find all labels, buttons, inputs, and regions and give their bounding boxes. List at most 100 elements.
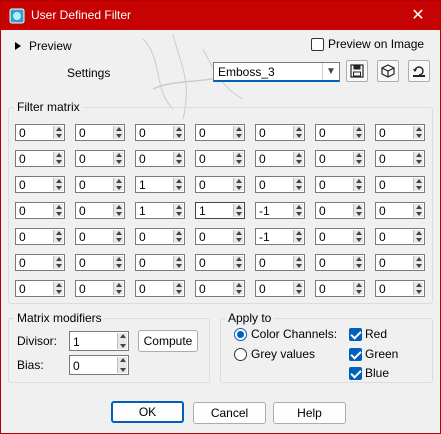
matrix-cell-stepper-arrows[interactable] <box>113 204 123 217</box>
matrix-cell-stepper-arrows[interactable] <box>53 230 63 243</box>
matrix-cell-stepper-arrows[interactable] <box>173 256 183 269</box>
matrix-cell-spinner[interactable]: 0 <box>15 202 65 219</box>
help-button[interactable]: Help <box>273 402 346 424</box>
chevron-down-icon[interactable]: ▼ <box>322 63 339 80</box>
matrix-cell-spinner[interactable]: 0 <box>315 176 365 193</box>
matrix-cell-spinner[interactable]: 0 <box>15 176 65 193</box>
matrix-cell-spinner[interactable]: 0 <box>315 124 365 141</box>
close-button[interactable]: ✕ <box>396 1 440 30</box>
matrix-cell-stepper-arrows[interactable] <box>413 256 423 269</box>
matrix-cell-stepper-arrows[interactable] <box>353 178 363 191</box>
divisor-stepper-arrows[interactable] <box>117 333 127 349</box>
matrix-cell-spinner[interactable]: 0 <box>255 176 305 193</box>
matrix-cell-stepper-arrows[interactable] <box>53 204 63 217</box>
red-channel-checkbox[interactable]: Red <box>349 327 387 341</box>
green-channel-checkbox[interactable]: Green <box>349 347 398 361</box>
matrix-cell-stepper-arrows[interactable] <box>233 152 243 165</box>
matrix-cell-stepper-arrows[interactable] <box>353 204 363 217</box>
matrix-cell-spinner[interactable]: 0 <box>375 228 425 245</box>
matrix-cell-spinner[interactable]: 1 <box>135 176 185 193</box>
matrix-cell-stepper-arrows[interactable] <box>113 282 123 295</box>
matrix-cell-spinner[interactable]: 0 <box>135 254 185 271</box>
matrix-cell-spinner[interactable]: 0 <box>195 280 245 297</box>
matrix-cell-stepper-arrows[interactable] <box>353 282 363 295</box>
matrix-cell-spinner[interactable]: 0 <box>315 202 365 219</box>
matrix-cell-spinner[interactable]: 0 <box>195 150 245 167</box>
matrix-cell-stepper-arrows[interactable] <box>293 204 303 217</box>
matrix-cell-stepper-arrows[interactable] <box>413 204 423 217</box>
bias-stepper-arrows[interactable] <box>117 357 127 373</box>
matrix-cell-spinner[interactable]: 0 <box>375 124 425 141</box>
matrix-cell-spinner[interactable]: 0 <box>195 124 245 141</box>
preview-on-image-box[interactable] <box>311 37 324 51</box>
matrix-cell-stepper-arrows[interactable] <box>353 126 363 139</box>
matrix-cell-stepper-arrows[interactable] <box>233 230 243 243</box>
matrix-cell-stepper-arrows[interactable] <box>293 126 303 139</box>
matrix-cell-spinner[interactable]: 0 <box>315 254 365 271</box>
preview-expander[interactable]: Preview <box>15 39 72 53</box>
matrix-cell-stepper-arrows[interactable] <box>53 256 63 269</box>
matrix-cell-spinner[interactable]: 0 <box>255 124 305 141</box>
matrix-cell-stepper-arrows[interactable] <box>113 256 123 269</box>
matrix-cell-spinner[interactable]: 0 <box>315 280 365 297</box>
save-preset-button[interactable] <box>346 60 368 82</box>
matrix-cell-stepper-arrows[interactable] <box>173 282 183 295</box>
matrix-cell-stepper-arrows[interactable] <box>173 230 183 243</box>
color-channels-radio-button[interactable] <box>234 327 247 341</box>
blue-channel-checkbox[interactable]: Blue <box>349 366 389 380</box>
matrix-cell-spinner[interactable]: 0 <box>135 150 185 167</box>
matrix-cell-spinner[interactable]: 0 <box>75 280 125 297</box>
matrix-cell-stepper-arrows[interactable] <box>293 178 303 191</box>
matrix-cell-spinner[interactable]: 0 <box>375 280 425 297</box>
matrix-cell-stepper-arrows[interactable] <box>233 204 243 217</box>
color-channels-radio[interactable]: Color Channels: <box>234 327 337 341</box>
matrix-cell-spinner[interactable]: 0 <box>135 280 185 297</box>
matrix-cell-stepper-arrows[interactable] <box>113 126 123 139</box>
matrix-cell-spinner[interactable]: 0 <box>195 254 245 271</box>
matrix-cell-spinner[interactable]: 0 <box>75 124 125 141</box>
bias-spinner[interactable]: 0 <box>69 355 129 375</box>
matrix-cell-stepper-arrows[interactable] <box>413 178 423 191</box>
matrix-cell-spinner[interactable]: 0 <box>15 150 65 167</box>
matrix-cell-spinner[interactable]: 0 <box>255 280 305 297</box>
matrix-cell-spinner[interactable]: -1 <box>255 202 305 219</box>
preset-options-button[interactable] <box>377 60 399 82</box>
ok-button[interactable]: OK <box>111 401 184 423</box>
matrix-cell-spinner[interactable]: 0 <box>75 254 125 271</box>
compute-button[interactable]: Compute <box>138 330 198 352</box>
matrix-cell-stepper-arrows[interactable] <box>173 152 183 165</box>
matrix-cell-spinner[interactable]: 0 <box>375 176 425 193</box>
matrix-cell-spinner[interactable]: 0 <box>195 228 245 245</box>
matrix-cell-stepper-arrows[interactable] <box>293 152 303 165</box>
matrix-cell-spinner[interactable]: 0 <box>135 124 185 141</box>
matrix-cell-spinner[interactable]: 1 <box>135 202 185 219</box>
matrix-cell-spinner[interactable]: 0 <box>75 202 125 219</box>
matrix-cell-spinner[interactable]: 0 <box>15 228 65 245</box>
matrix-cell-stepper-arrows[interactable] <box>53 178 63 191</box>
reset-defaults-button[interactable] <box>408 60 430 82</box>
grey-values-radio-button[interactable] <box>234 347 247 361</box>
matrix-cell-stepper-arrows[interactable] <box>233 282 243 295</box>
red-checkbox-box[interactable] <box>349 327 362 341</box>
matrix-cell-spinner[interactable]: 0 <box>255 254 305 271</box>
matrix-cell-stepper-arrows[interactable] <box>413 230 423 243</box>
green-checkbox-box[interactable] <box>349 347 362 361</box>
matrix-cell-stepper-arrows[interactable] <box>173 126 183 139</box>
matrix-cell-spinner[interactable]: 0 <box>375 150 425 167</box>
matrix-cell-stepper-arrows[interactable] <box>413 126 423 139</box>
matrix-cell-spinner[interactable]: 0 <box>195 176 245 193</box>
matrix-cell-stepper-arrows[interactable] <box>353 152 363 165</box>
matrix-cell-spinner[interactable]: 0 <box>375 202 425 219</box>
preview-on-image-checkbox[interactable]: Preview on Image <box>311 37 424 51</box>
matrix-cell-stepper-arrows[interactable] <box>53 126 63 139</box>
matrix-cell-spinner[interactable]: 1 <box>195 202 245 219</box>
matrix-cell-stepper-arrows[interactable] <box>353 256 363 269</box>
matrix-cell-stepper-arrows[interactable] <box>113 230 123 243</box>
matrix-cell-stepper-arrows[interactable] <box>293 230 303 243</box>
settings-select[interactable]: Emboss_3 ▼ <box>213 62 340 82</box>
matrix-cell-spinner[interactable]: 0 <box>15 124 65 141</box>
matrix-cell-spinner[interactable]: 0 <box>315 228 365 245</box>
matrix-cell-spinner[interactable]: 0 <box>315 150 365 167</box>
matrix-cell-stepper-arrows[interactable] <box>53 282 63 295</box>
matrix-cell-stepper-arrows[interactable] <box>113 178 123 191</box>
